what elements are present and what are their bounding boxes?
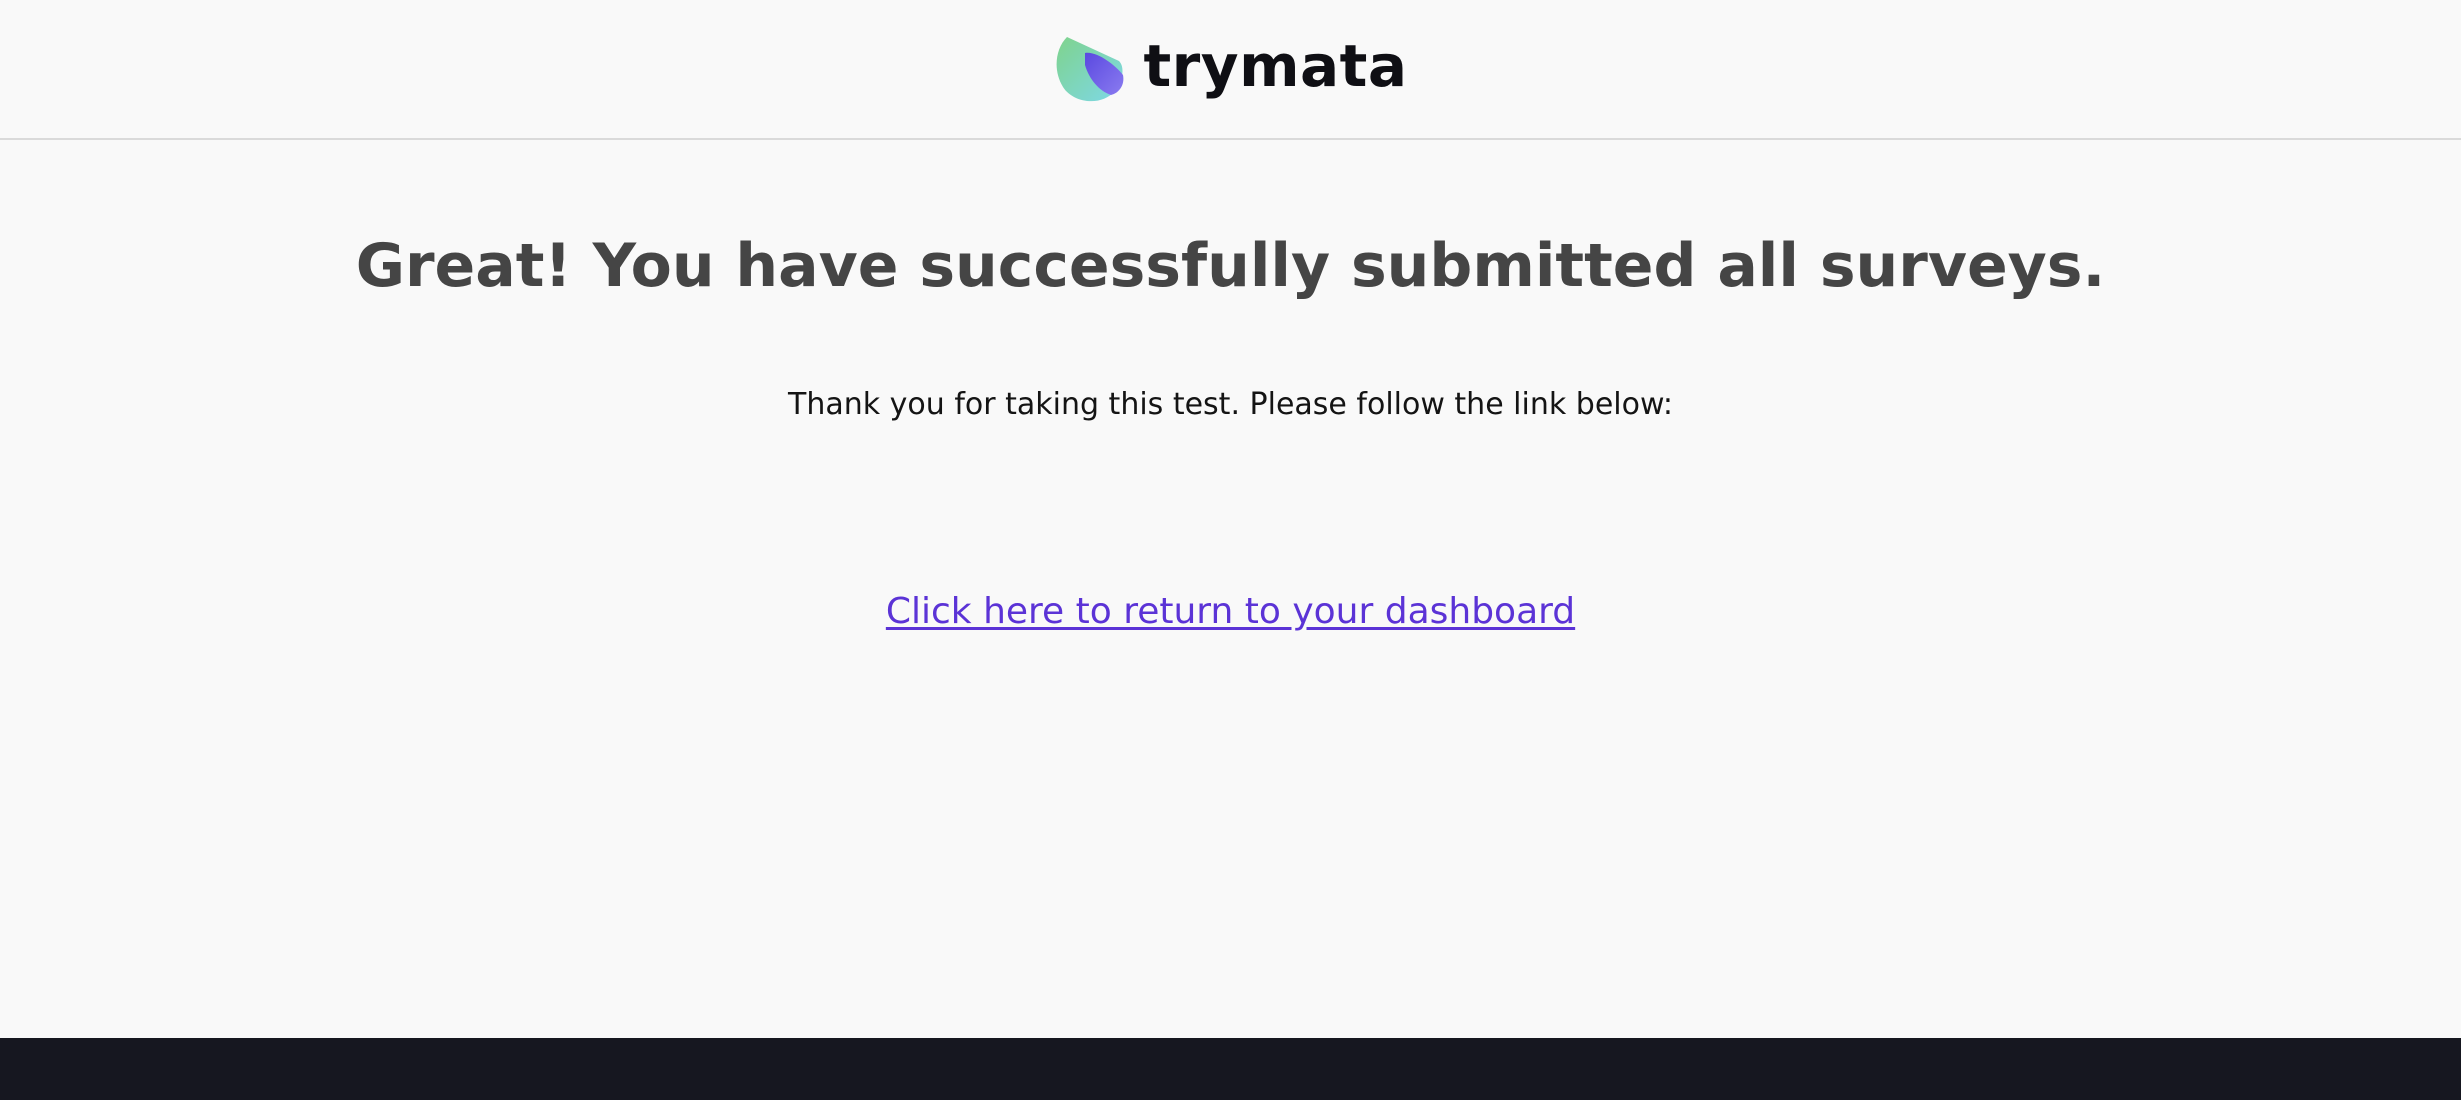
leaf-logo-icon <box>1057 37 1124 102</box>
site-header: trymata <box>0 0 2461 140</box>
site-footer <box>0 1038 2461 1100</box>
main-content: Great! You have successfully submitted a… <box>0 140 2461 1038</box>
page-title: Great! You have successfully submitted a… <box>355 231 2106 301</box>
brand-name: trymata <box>1143 32 1408 100</box>
instruction-text: Thank you for taking this test. Please f… <box>788 387 1673 422</box>
return-to-dashboard-link-label[interactable]: Click here to return to your dashboard <box>886 591 1575 632</box>
return-to-dashboard-link[interactable]: Click here to return to your dashboard <box>0 590 2461 633</box>
brand-logo[interactable]: trymata <box>1053 35 1407 103</box>
